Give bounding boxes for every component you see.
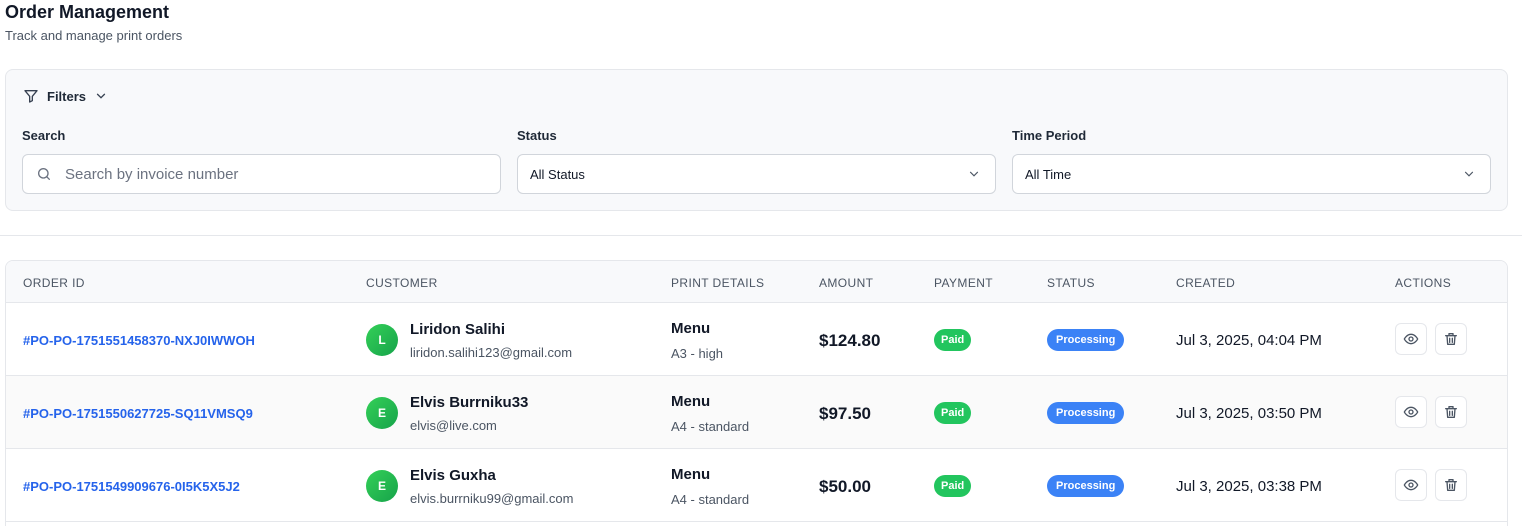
status-badge: Processing: [1047, 475, 1125, 497]
customer-name: Elvis Burrniku33: [410, 394, 529, 411]
page-title: Order Management: [5, 2, 170, 22]
eye-icon: [1403, 406, 1419, 418]
filter-icon: [24, 90, 38, 103]
order-amount: $50.00: [819, 477, 871, 496]
table-header: Order ID Customer Print Details Amount P…: [6, 261, 1507, 303]
payment-badge: Paid: [934, 475, 972, 497]
delete-order-button[interactable]: [1435, 323, 1467, 355]
customer-name: Elvis Guxha: [410, 467, 496, 484]
chevron-down-icon: [96, 93, 106, 99]
customer-email: elvis.burrniku99@gmail.com: [410, 491, 574, 506]
payment-badge: Paid: [934, 329, 972, 351]
column-header-amount: Amount: [819, 276, 874, 290]
order-amount: $97.50: [819, 404, 871, 423]
customer-email: liridon.salihi123@gmail.com: [410, 345, 573, 360]
view-order-button[interactable]: [1395, 323, 1427, 355]
filters-panel: Filters Search Status All Status Time Pe…: [5, 69, 1508, 211]
order-amount: $124.80: [819, 331, 881, 350]
orders-table: Order ID Customer Print Details Amount P…: [5, 260, 1508, 526]
status-select[interactable]: All Status: [517, 154, 996, 194]
eye-icon: [1403, 333, 1419, 345]
print-spec: A4 - standard: [671, 419, 750, 434]
chevron-down-icon: [969, 171, 979, 177]
payment-badge: Paid: [934, 402, 972, 424]
status-badge: Processing: [1047, 402, 1125, 424]
status-label: Status: [517, 128, 557, 143]
print-item: Menu: [671, 320, 711, 337]
trash-icon: [1445, 333, 1457, 345]
chevron-down-icon: [1464, 171, 1474, 177]
column-header-customer: Customer: [366, 276, 438, 290]
time-period-label: Time Period: [1012, 128, 1087, 143]
print-item: Menu: [671, 393, 711, 410]
page-subtitle: Track and manage print orders: [5, 28, 183, 43]
created-date: Jul 3, 2025, 03:38 PM: [1176, 478, 1322, 495]
time-period-select[interactable]: All Time: [1012, 154, 1491, 194]
column-header-payment: Payment: [934, 276, 994, 290]
table-row: #PO-PO-1751550627725-SQ11VMSQ9 E Elvis B…: [6, 376, 1507, 449]
order-id-link[interactable]: #PO-PO-1751551458370-NXJ0IWWOH: [23, 333, 255, 348]
view-order-button[interactable]: [1395, 469, 1427, 501]
customer-email: elvis@live.com: [410, 418, 497, 433]
time-period-select-value: All Time: [1025, 166, 1072, 182]
created-date: Jul 3, 2025, 04:04 PM: [1176, 332, 1322, 349]
column-header-status: Status: [1047, 276, 1095, 290]
search-label: Search: [22, 128, 66, 143]
column-header-order-id: Order ID: [23, 276, 85, 290]
table-row: #PO-PO-1751551458370-NXJ0IWWOH L Liridon…: [6, 303, 1507, 376]
search-field[interactable]: [22, 154, 501, 194]
avatar: E: [366, 397, 398, 429]
print-item: Menu: [671, 466, 711, 483]
print-spec: A3 - high: [671, 346, 724, 361]
column-header-print-details: Print Details: [671, 276, 765, 290]
search-icon: [38, 168, 50, 180]
status-badge: Processing: [1047, 329, 1125, 351]
search-input[interactable]: [65, 165, 465, 183]
view-order-button[interactable]: [1395, 396, 1427, 428]
section-divider: [0, 235, 1522, 236]
trash-icon: [1445, 406, 1457, 418]
avatar: L: [366, 324, 398, 356]
delete-order-button[interactable]: [1435, 469, 1467, 501]
status-select-value: All Status: [530, 166, 585, 182]
order-id-link[interactable]: #PO-PO-1751550627725-SQ11VMSQ9: [23, 406, 253, 421]
trash-icon: [1445, 479, 1457, 491]
filters-toggle-label: Filters: [47, 88, 87, 104]
column-header-actions: Actions: [1395, 276, 1452, 290]
eye-icon: [1403, 479, 1419, 491]
table-row: #PO-PO-1751549909676-0I5K5X5J2 E Elvis G…: [6, 449, 1507, 522]
delete-order-button[interactable]: [1435, 396, 1467, 428]
print-spec: A4 - standard: [671, 492, 750, 507]
filters-toggle-button[interactable]: Filters: [23, 88, 108, 104]
created-date: Jul 3, 2025, 03:50 PM: [1176, 405, 1322, 422]
column-header-created: Created: [1176, 276, 1236, 290]
order-id-link[interactable]: #PO-PO-1751549909676-0I5K5X5J2: [23, 479, 240, 494]
customer-name: Liridon Salihi: [410, 321, 506, 338]
avatar: E: [366, 470, 398, 502]
